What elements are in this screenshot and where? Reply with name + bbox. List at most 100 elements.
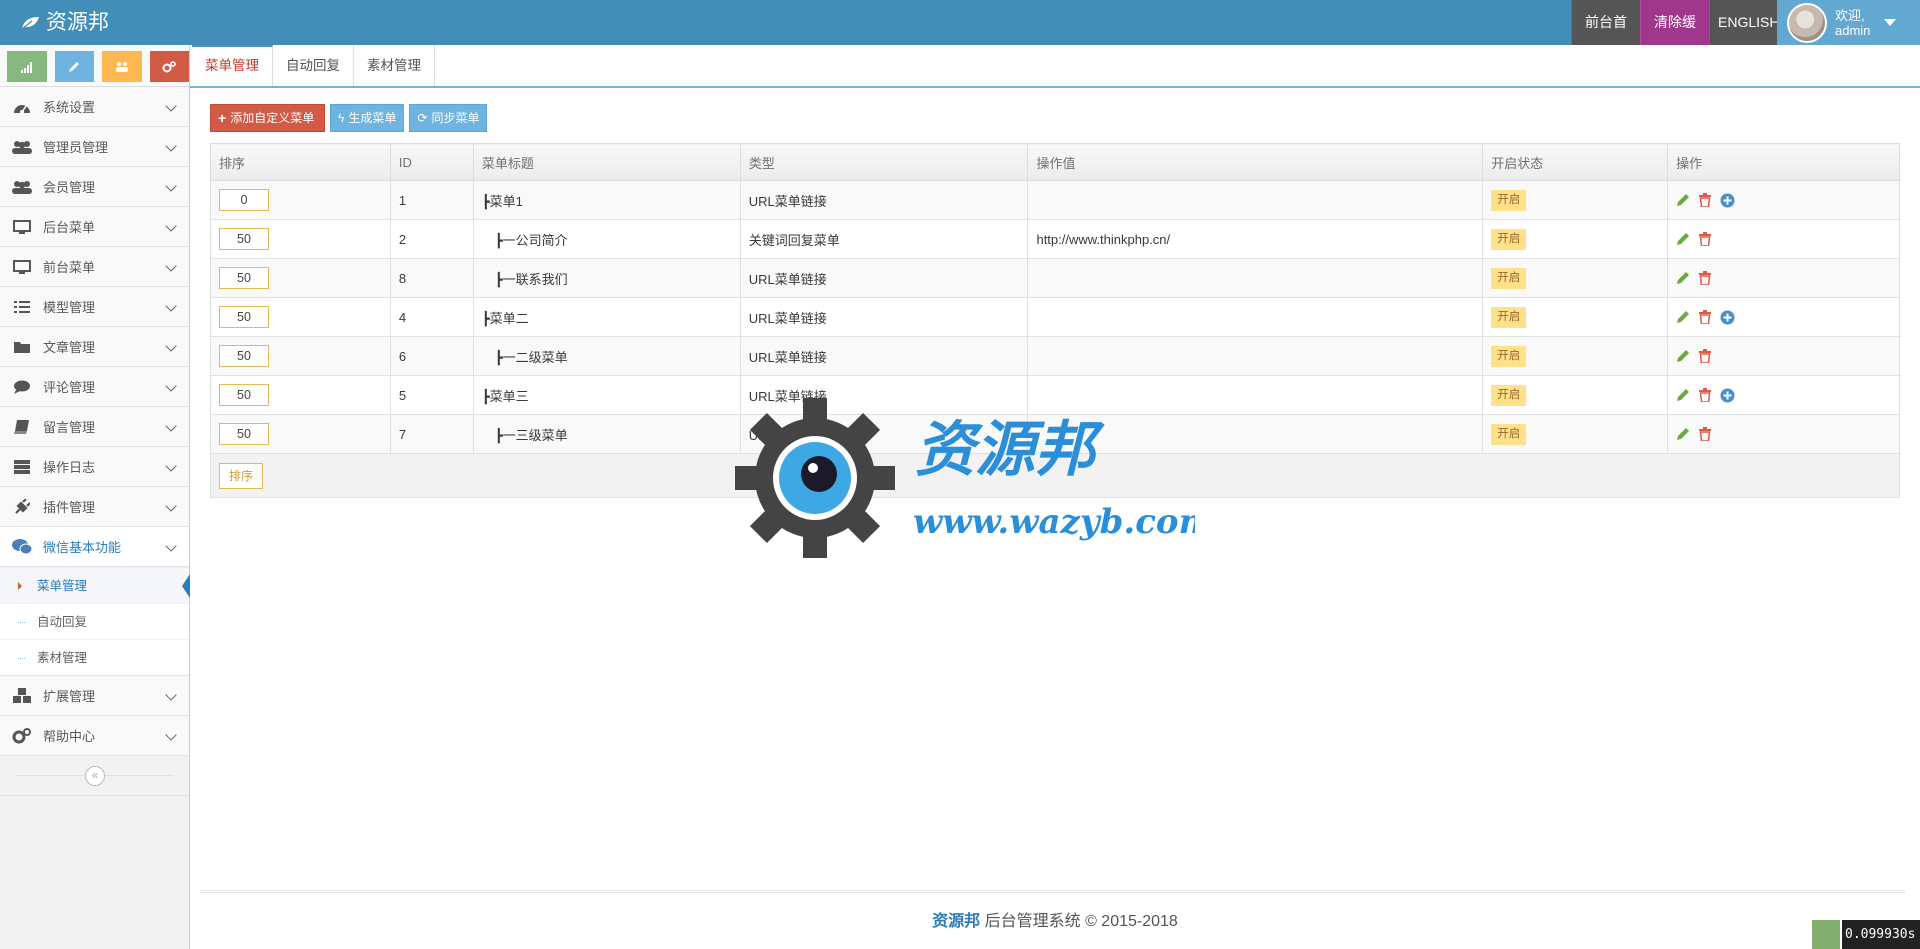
user-menu[interactable]: 欢迎, admin	[1777, 0, 1920, 45]
sidebar-item-label: 前台菜单	[43, 260, 96, 275]
shortcut-settings-button[interactable]	[149, 51, 189, 82]
sidebar-item[interactable]: 扩展管理	[0, 676, 189, 716]
sidebar-item[interactable]: 管理员管理	[0, 127, 189, 167]
edit-pencil-icon[interactable]	[1676, 310, 1690, 324]
sort-input[interactable]	[219, 384, 269, 406]
sidebar-collapse-bar: «	[0, 756, 189, 796]
trash-icon[interactable]	[1699, 349, 1712, 363]
add-child-icon[interactable]	[1720, 193, 1735, 208]
submenu-item-auto-reply[interactable]: 自动回复	[0, 603, 189, 639]
column-header[interactable]: 类型	[739, 143, 1029, 181]
add-custom-menu-button[interactable]: + 添加自定义菜单	[210, 104, 325, 132]
status-badge[interactable]: 开启	[1491, 267, 1527, 289]
nav-right: 前台首页 清除缓存 ENGLISH 欢迎, admin	[1571, 0, 1920, 75]
column-header[interactable]: 菜单标题	[472, 143, 741, 181]
status-badge[interactable]: 开启	[1491, 384, 1527, 406]
sidebar-item[interactable]: 会员管理	[0, 167, 189, 207]
sidebar-item[interactable]: 文章管理	[0, 327, 189, 367]
sidebar-item[interactable]: 前台菜单	[0, 247, 189, 287]
trash-icon[interactable]	[1699, 193, 1712, 207]
sort-submit-button[interactable]: 排序	[219, 462, 263, 489]
sort-input[interactable]	[219, 267, 269, 289]
language-button[interactable]: ENGLISH	[1709, 0, 1779, 45]
wechat-icon	[12, 538, 32, 555]
column-header[interactable]: 操作	[1667, 143, 1900, 181]
status-badge[interactable]: 开启	[1491, 306, 1527, 328]
shortcut-users-button[interactable]	[102, 51, 142, 82]
column-header[interactable]: 操作值	[1027, 143, 1484, 181]
frontend-home-button[interactable]: 前台首页	[1571, 0, 1640, 75]
sort-cell	[210, 375, 391, 415]
tab-auto-reply[interactable]: 自动回复	[273, 45, 354, 86]
tab-menu-manage[interactable]: 菜单管理	[192, 45, 273, 86]
edit-pencil-icon[interactable]	[1676, 427, 1690, 441]
status-cell: 开启	[1482, 336, 1669, 376]
status-cell: 开启	[1482, 414, 1669, 454]
status-badge[interactable]: 开启	[1491, 423, 1527, 445]
tab-material[interactable]: 素材管理	[354, 45, 435, 86]
debug-toolbar-logo-icon[interactable]	[1812, 920, 1840, 949]
trash-icon[interactable]	[1699, 388, 1712, 402]
edit-pencil-icon[interactable]	[1676, 271, 1690, 285]
sort-input[interactable]	[219, 228, 269, 250]
sidebar-item[interactable]: 操作日志	[0, 447, 189, 487]
column-header[interactable]: ID	[389, 143, 474, 181]
sidebar-item-label: 后台菜单	[43, 220, 96, 235]
bolt-icon: ϟ	[338, 111, 345, 125]
trash-icon[interactable]	[1699, 271, 1712, 285]
sort-input[interactable]	[219, 423, 269, 445]
sidebar-item[interactable]: 微信基本功能	[0, 527, 189, 567]
user-greeting: 欢迎,	[1835, 7, 1865, 23]
users-icon	[12, 139, 32, 155]
edit-pencil-icon[interactable]	[1676, 232, 1690, 246]
edit-pencil-icon[interactable]	[1676, 349, 1690, 363]
sidebar-item[interactable]: 帮助中心	[0, 716, 189, 756]
edit-pencil-icon[interactable]	[1676, 388, 1690, 402]
sort-input[interactable]	[219, 345, 269, 367]
status-badge[interactable]: 开启	[1491, 228, 1527, 250]
watermark-title: 资源邦	[915, 415, 1105, 485]
sidebar-item[interactable]: 插件管理	[0, 487, 189, 527]
performance-readout[interactable]: 0.099930s	[1842, 920, 1920, 949]
chevron-down-icon	[165, 729, 177, 741]
watermark: 资源邦 www.wazyb.com	[735, 398, 1195, 558]
trash-icon[interactable]	[1699, 310, 1712, 324]
sort-input[interactable]	[219, 306, 269, 328]
sidebar-item[interactable]: 评论管理	[0, 367, 189, 407]
sidebar-item-label: 留言管理	[43, 420, 96, 435]
dashboard-icon	[12, 99, 32, 115]
shortcut-chart-button[interactable]	[7, 51, 47, 82]
sidebar-item[interactable]: 留言管理	[0, 407, 189, 447]
shortcut-edit-button[interactable]	[54, 51, 94, 82]
sidebar-item[interactable]: 模型管理	[0, 287, 189, 327]
sync-menu-label: 同步菜单	[431, 111, 480, 125]
edit-pencil-icon[interactable]	[1676, 193, 1690, 207]
sidebar-shortcuts	[0, 45, 189, 87]
add-child-icon[interactable]	[1720, 310, 1735, 325]
column-header[interactable]: 排序	[210, 143, 391, 181]
status-badge[interactable]: 开启	[1491, 189, 1527, 211]
actions-cell	[1667, 180, 1900, 220]
actions-cell	[1667, 219, 1900, 259]
sidebar-item[interactable]: 后台菜单	[0, 207, 189, 247]
add-child-icon[interactable]	[1720, 388, 1735, 403]
trash-icon[interactable]	[1699, 427, 1712, 441]
footer-text: 后台管理系统 © 2015-2018	[980, 913, 1178, 930]
chevron-down-icon	[165, 300, 177, 312]
generate-menu-button[interactable]: ϟ 生成菜单	[330, 104, 405, 132]
row-actions	[1676, 427, 1899, 441]
submenu-item-material[interactable]: 素材管理	[0, 639, 189, 675]
chevron-down-icon	[165, 260, 177, 272]
signal-icon	[20, 61, 32, 73]
status-badge[interactable]: 开启	[1491, 345, 1527, 367]
clear-cache-button[interactable]: 清除缓存	[1640, 0, 1709, 75]
column-header[interactable]: 开启状态	[1482, 143, 1669, 181]
sync-menu-button[interactable]: ⟳ 同步菜单	[409, 104, 488, 132]
submenu-item-menu-manage[interactable]: 菜单管理	[0, 567, 190, 603]
collapse-sidebar-icon[interactable]: «	[85, 766, 105, 786]
sidebar-item[interactable]: 系统设置	[0, 87, 189, 127]
sort-input[interactable]	[219, 189, 269, 211]
brand[interactable]: 资源邦	[20, 0, 109, 45]
title-cell: ┣一三级菜单	[472, 414, 741, 454]
trash-icon[interactable]	[1699, 232, 1712, 246]
